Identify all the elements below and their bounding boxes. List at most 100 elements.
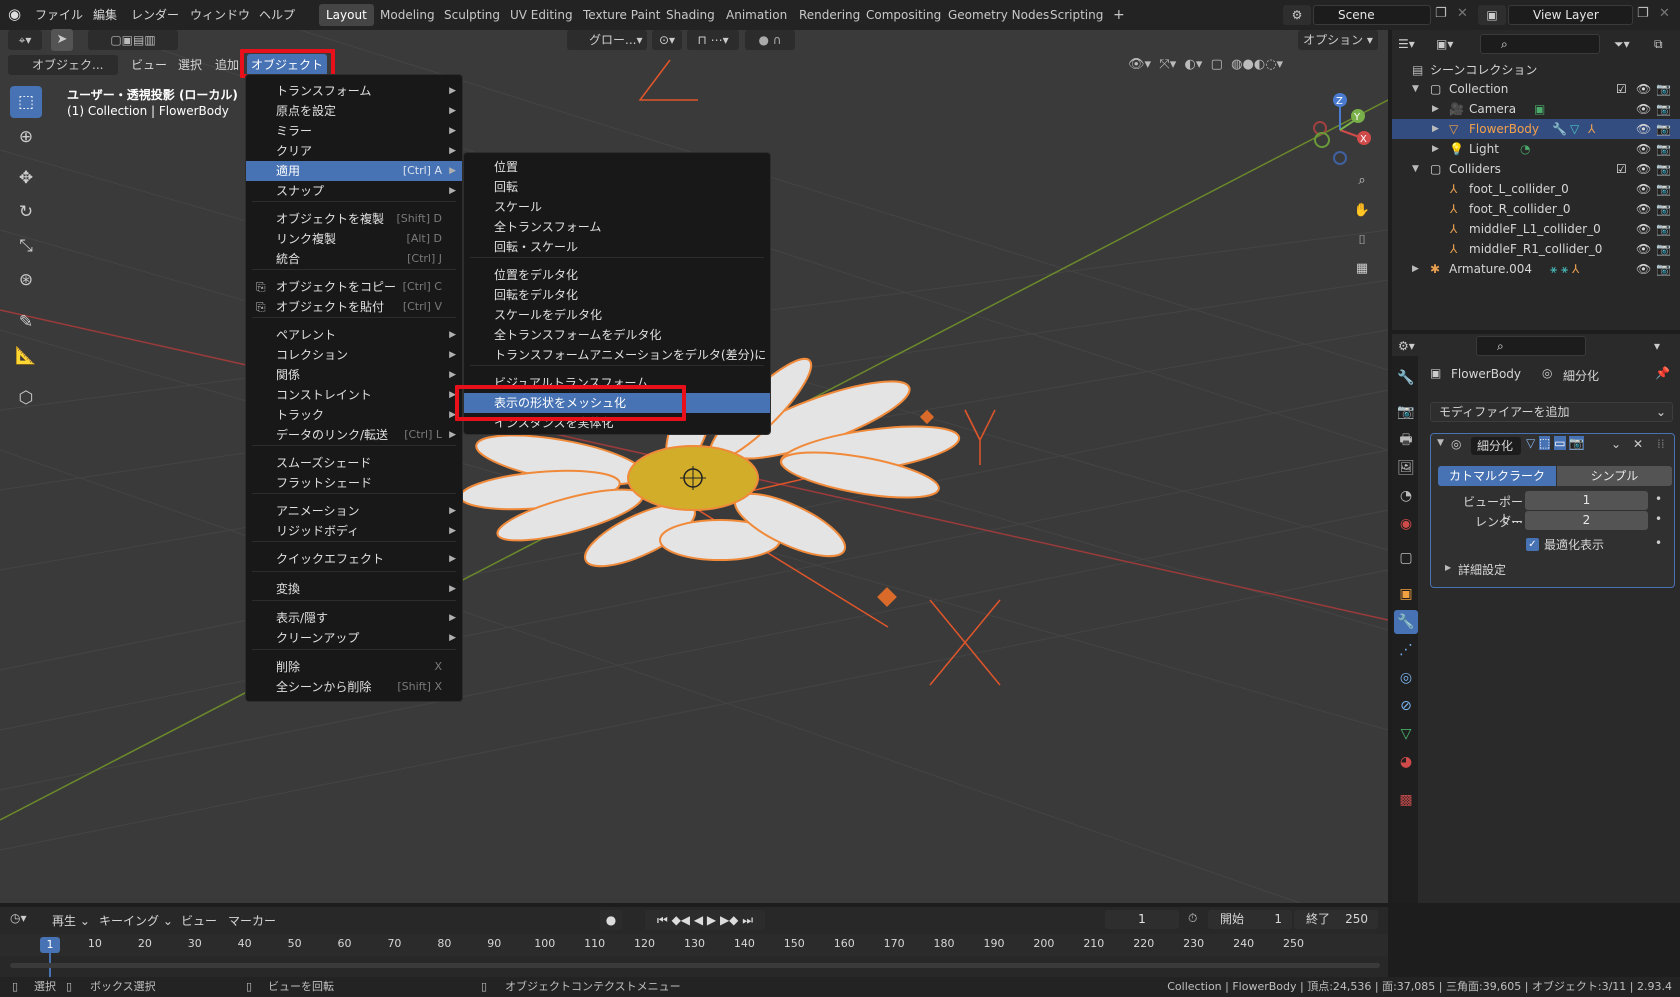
mode-dropdown[interactable]: オブジェク... <box>8 55 118 75</box>
apply-submenu-item[interactable]: スケール <box>464 197 770 217</box>
object-menu-item[interactable]: オブジェクトをコピー [Ctrl] C ⎘ <box>246 277 462 297</box>
data-tab-icon[interactable]: ▽ <box>1394 722 1418 746</box>
pin-icon[interactable]: 📌 <box>1655 366 1670 380</box>
rotate-tool-icon[interactable]: ↻ <box>10 196 42 228</box>
add-modifier-dropdown[interactable]: モディファイアーを追加 ⌄ <box>1430 402 1673 422</box>
select-box-tool-icon[interactable]: ⬚ <box>10 86 42 118</box>
render-camera-icon[interactable]: 📷 <box>1656 239 1671 259</box>
material-tab-icon[interactable]: ◕ <box>1394 750 1418 774</box>
view-layer-tab-icon[interactable]: 🖼 <box>1394 456 1418 480</box>
texture-tab-icon[interactable]: ▩ <box>1394 788 1418 812</box>
navigation-gizmo[interactable]: Z X Y <box>1300 90 1380 170</box>
tab-shading[interactable]: Shading <box>659 4 722 26</box>
outliner-display-mode-icon[interactable]: ▣▾ <box>1436 34 1466 54</box>
add-cube-tool-icon[interactable]: ⬡ <box>10 382 42 414</box>
transform-tool-icon[interactable]: ⊛ <box>10 264 42 296</box>
world-tab-icon[interactable]: ◉ <box>1394 512 1418 536</box>
render-camera-icon[interactable]: 📷 <box>1656 79 1671 99</box>
tab-animation[interactable]: Animation <box>719 4 794 26</box>
properties-search-input[interactable]: ⌕ <box>1476 336 1586 356</box>
scene-close-icon[interactable]: ✕ <box>1457 6 1468 21</box>
object-menu-item[interactable]: トラック ▶ <box>246 405 462 425</box>
outliner-row-middlef-r1[interactable]: ⅄ middleF_R1_collider_0 👁 📷 <box>1392 239 1680 259</box>
render-levels-field[interactable]: 2 <box>1525 511 1648 530</box>
end-frame-field[interactable]: 終了 250 <box>1294 910 1378 929</box>
viewport-menu-add[interactable]: 追加 <box>215 55 239 75</box>
constraints-tab-icon[interactable]: ⊘ <box>1394 694 1418 718</box>
render-camera-icon[interactable]: 📷 <box>1656 199 1671 219</box>
render-camera-icon[interactable]: 📷 <box>1656 219 1671 239</box>
tab-scripting[interactable]: Scripting <box>1043 4 1110 26</box>
view-layer-type-icon[interactable]: ▣ <box>1478 5 1506 25</box>
tab-rendering[interactable]: Rendering <box>792 4 867 26</box>
scene-type-icon[interactable]: ⚙ <box>1283 5 1311 25</box>
collection-tab-icon[interactable]: ▢ <box>1394 546 1418 570</box>
record-icon[interactable]: ● <box>600 910 622 930</box>
select-tool-icon[interactable]: ➤ <box>51 29 73 51</box>
start-frame-field[interactable]: 開始 1 <box>1208 910 1292 929</box>
visibility-eye-icon[interactable]: 👁 <box>1636 119 1651 139</box>
visibility-eye-icon[interactable]: 👁 <box>1636 139 1651 159</box>
visibility-eye-icon[interactable]: 👁 <box>1636 219 1651 239</box>
drag-handle-icon[interactable]: ⁞⁞ <box>1657 437 1665 451</box>
outliner-row-camera[interactable]: ▶ 🎥 Camera ▣ 👁 📷 <box>1392 99 1680 119</box>
apply-submenu-item[interactable]: トランスフォームアニメーションをデルタ(差分)に <box>464 345 770 365</box>
expand-icon[interactable]: ▶ <box>1432 139 1439 159</box>
object-menu-item[interactable]: クリア ▶ <box>246 141 462 161</box>
snap-icon[interactable]: ⊓ ⋯▾ <box>687 30 739 50</box>
keyframe-dot-icon[interactable]: • <box>1655 536 1662 550</box>
scale-tool-icon[interactable]: ⤡ <box>10 230 42 262</box>
blender-logo-icon[interactable]: ◉ <box>8 5 26 23</box>
apply-submenu-item[interactable]: 全トランスフォーム <box>464 217 770 237</box>
modifier-tab-icon[interactable]: 🔧 <box>1394 610 1418 634</box>
expand-icon[interactable]: ▼ <box>1412 159 1419 179</box>
object-menu-item[interactable]: クイックエフェクト ▶ <box>246 549 462 569</box>
expand-icon[interactable]: ▼ <box>1412 79 1419 99</box>
visibility-eye-icon[interactable]: 👁 <box>1636 179 1651 199</box>
timeline-editor-type-icon[interactable]: ◷▾ <box>10 911 27 925</box>
tab-modeling[interactable]: Modeling <box>373 4 442 26</box>
playback-controls[interactable]: ⏮ ◆◀ ◀ ▶ ▶◆ ⏭ <box>645 910 765 930</box>
timeline-view-menu[interactable]: ビュー <box>181 911 217 931</box>
simple-button[interactable]: シンプル <box>1557 466 1672 486</box>
outliner-filter-icon[interactable]: ⏷▾ <box>1614 34 1630 54</box>
menu-window[interactable]: ウィンドウ <box>190 5 250 25</box>
object-menu-item[interactable]: クリーンアップ ▶ <box>246 628 462 648</box>
object-menu-item[interactable]: ペアレント ▶ <box>246 325 462 345</box>
apply-submenu-item[interactable]: 位置をデルタ化 <box>464 265 770 285</box>
view-layer-close-icon[interactable]: ✕ <box>1659 6 1670 21</box>
object-menu-item[interactable]: スナップ ▶ <box>246 181 462 201</box>
object-menu-item[interactable]: 適用 [Ctrl] A ▶ <box>246 161 462 181</box>
keyframe-dot-icon[interactable]: • <box>1655 512 1662 526</box>
annotate-tool-icon[interactable]: ✎ <box>10 306 42 338</box>
timeline-marker-menu[interactable]: マーカー <box>228 911 276 931</box>
object-menu-item[interactable]: 変換 ▶ <box>246 579 462 599</box>
menu-help[interactable]: ヘルプ <box>259 5 295 25</box>
collection-checkbox[interactable]: ☑ <box>1616 159 1627 179</box>
cursor-tool-icon[interactable]: ⊕ <box>10 121 42 153</box>
object-menu-item[interactable]: スムーズシェード <box>246 453 462 473</box>
object-menu-item[interactable]: リンク複製 [Alt] D <box>246 229 462 249</box>
object-menu-item[interactable]: トランスフォーム ▶ <box>246 81 462 101</box>
transform-orientation-dropdown[interactable]: グロー...▾ <box>567 30 647 50</box>
scene-copy-icon[interactable]: ❐ <box>1435 6 1447 21</box>
measure-tool-icon[interactable]: 📐 <box>10 340 42 372</box>
object-menu-item[interactable]: 表示/隠す ▶ <box>246 608 462 628</box>
editor-type-button[interactable]: ⌖▾ <box>8 30 42 50</box>
timeline-scrollbar[interactable] <box>10 963 1380 968</box>
properties-editor-type-icon[interactable]: ⚙▾ <box>1398 336 1415 356</box>
expand-icon[interactable]: ▶ <box>1432 99 1439 119</box>
visibility-eye-icon[interactable]: 👁 <box>1636 99 1651 119</box>
tool-tab-icon[interactable]: 🔧 <box>1394 366 1418 390</box>
visibility-eye-icon[interactable]: 👁 <box>1636 259 1651 279</box>
proportional-edit-icon[interactable]: ● ∩ <box>745 30 795 50</box>
object-menu-item[interactable]: 原点を設定 ▶ <box>246 101 462 121</box>
modifier-toggle-icons[interactable]: ▽ ⬚ ▭ 📷 <box>1526 436 1585 450</box>
camera-view-icon[interactable]: ⌷ <box>1351 230 1373 252</box>
expand-icon[interactable]: ▶ <box>1412 259 1419 279</box>
advanced-label[interactable]: 詳細設定 <box>1458 561 1506 578</box>
outliner-row-flowerbody[interactable]: ▶ ▽ FlowerBody 🔧 ▽ ⅄ 👁 📷 <box>1392 119 1680 139</box>
render-camera-icon[interactable]: 📷 <box>1656 259 1671 279</box>
collection-checkbox[interactable]: ☑ <box>1616 79 1627 99</box>
scene-field[interactable]: Scene <box>1313 5 1431 25</box>
